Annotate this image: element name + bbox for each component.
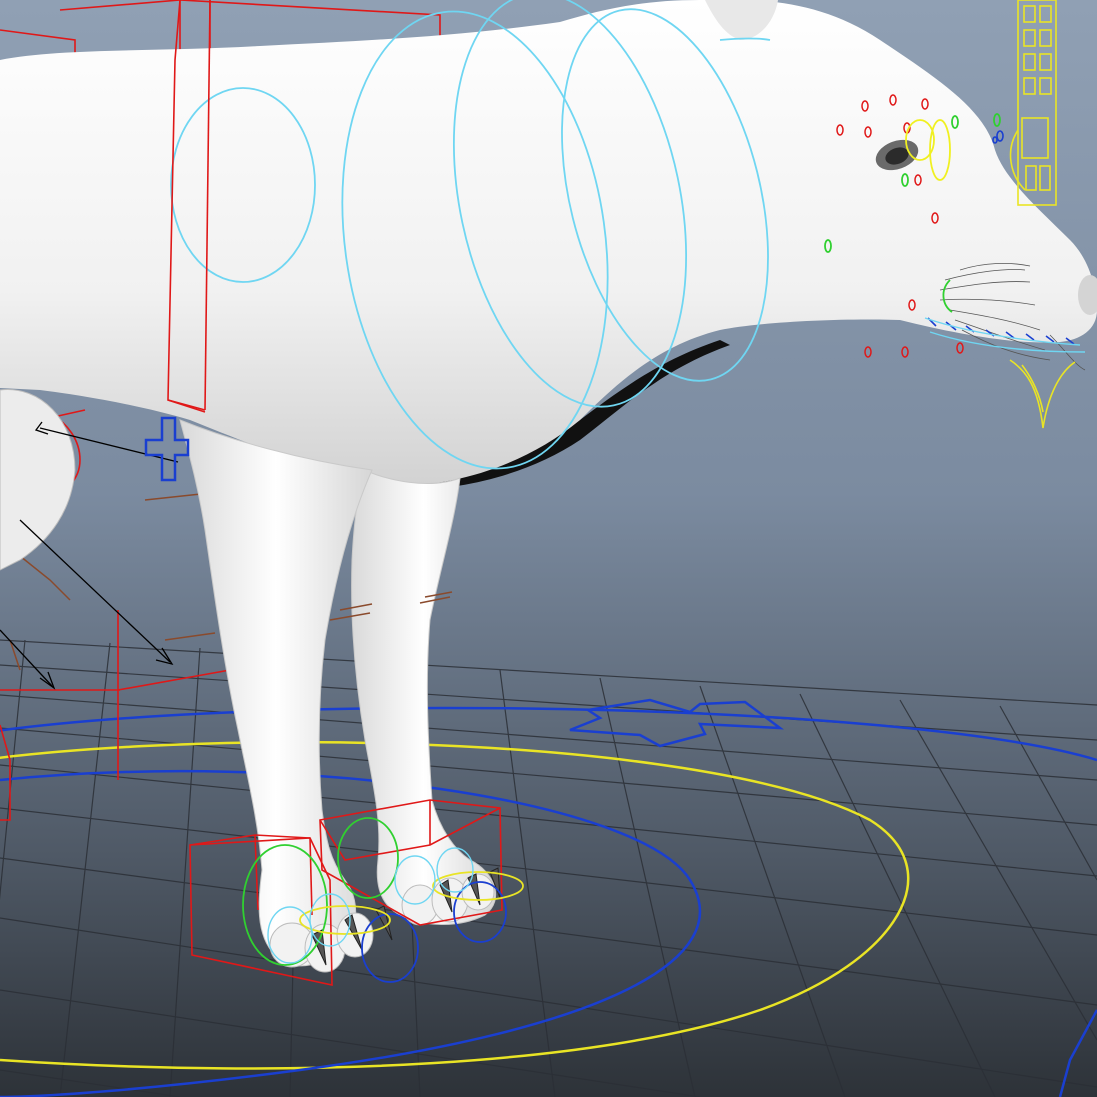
direction-arrow-icon[interactable] xyxy=(569,698,785,748)
head-attribute-panel[interactable] xyxy=(1009,0,1057,206)
front-leg-near-mesh[interactable] xyxy=(179,419,373,967)
dog-model[interactable] xyxy=(0,0,1097,973)
hind-leg-mesh[interactable] xyxy=(0,389,76,571)
world-offset-control-blue[interactable] xyxy=(0,706,1097,1097)
scene-canvas[interactable] xyxy=(0,0,1097,1097)
maya-perspective-viewport[interactable] xyxy=(0,0,1097,1097)
